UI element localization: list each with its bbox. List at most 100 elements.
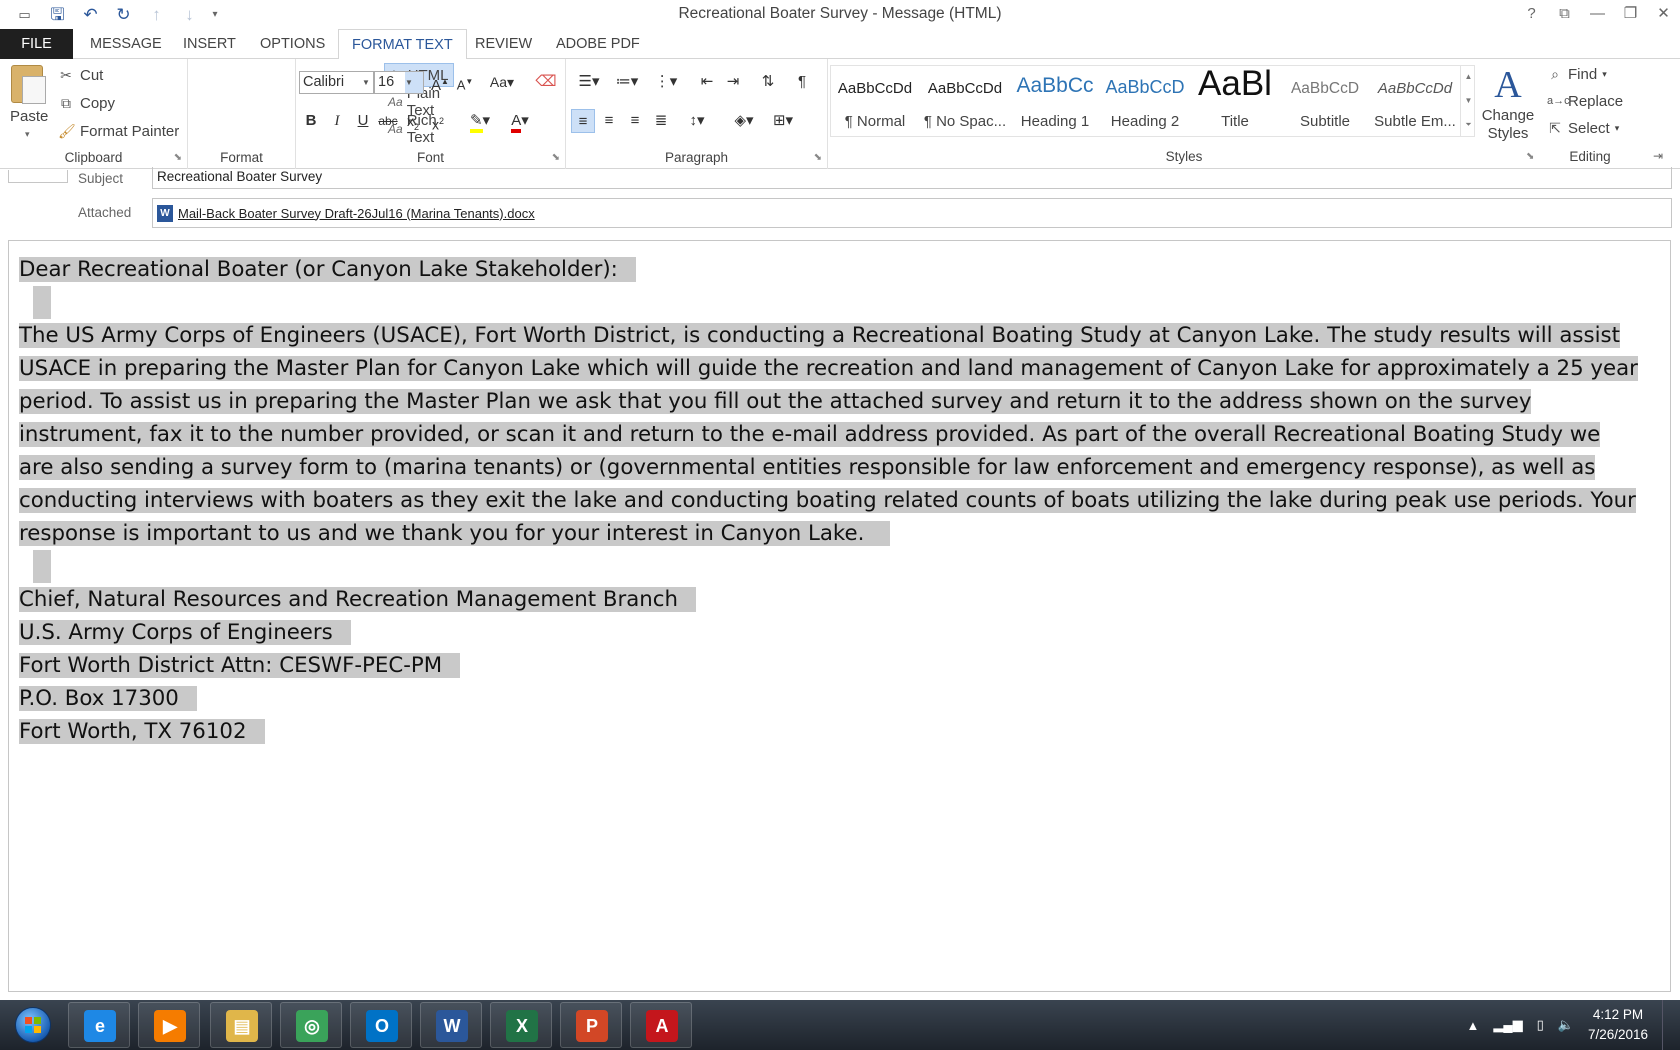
- font-color-icon[interactable]: A▾: [502, 109, 538, 133]
- change-case-icon[interactable]: Aa▾: [484, 70, 520, 94]
- clock-date: 7/26/2016: [1587, 1027, 1648, 1042]
- taskbar-app-button[interactable]: ▤: [210, 1002, 272, 1048]
- sort-icon[interactable]: ⇅: [756, 70, 780, 94]
- style-no-spacing[interactable]: AaBbCcDd ¶ No Spac...: [921, 66, 1009, 138]
- taskbar-app-button[interactable]: O: [350, 1002, 412, 1048]
- font-size-select[interactable]: 16 ▼: [374, 71, 424, 94]
- media-player-icon: ▶: [154, 1010, 186, 1042]
- show-formatting-icon[interactable]: ¶: [790, 70, 814, 94]
- taskbar-app-button[interactable]: ◎: [280, 1002, 342, 1048]
- blank-line: [33, 550, 51, 583]
- borders-icon[interactable]: ⊞▾: [765, 109, 801, 133]
- address-line: Fort Worth, TX 76102: [19, 719, 265, 744]
- align-right-icon[interactable]: ≡: [623, 109, 647, 133]
- numbering-icon[interactable]: ≔▾: [609, 70, 645, 94]
- font-family-select[interactable]: Calibri ▼: [299, 71, 374, 94]
- paste-dropdown-icon[interactable]: ▾: [25, 129, 30, 140]
- justify-icon[interactable]: ≣: [649, 109, 673, 133]
- clock[interactable]: 4:12 PM 7/26/2016: [1588, 1005, 1648, 1045]
- window-controls: ? ⧉ — ❐ ✕: [1515, 0, 1680, 28]
- taskbar-app-button[interactable]: A: [630, 1002, 692, 1048]
- format-painter-button[interactable]: 🖌 Format Painter: [58, 119, 179, 143]
- decrease-indent-icon[interactable]: ⇤: [695, 70, 719, 94]
- address-line: P.O. Box 17300: [19, 686, 197, 711]
- cut-button[interactable]: ✂ Cut: [58, 63, 103, 87]
- scissors-icon: ✂: [60, 66, 72, 83]
- network-icon[interactable]: ▂▄▆: [1493, 1017, 1522, 1033]
- show-hidden-icons-icon[interactable]: ▲: [1467, 1018, 1480, 1033]
- shading-icon[interactable]: ◈▾: [726, 109, 762, 133]
- line-spacing-icon[interactable]: ↕▾: [679, 109, 715, 133]
- style-subtitle[interactable]: AaBbCcD Subtitle: [1281, 66, 1369, 138]
- clipboard-launcher-icon[interactable]: ⬊: [174, 152, 182, 163]
- tab-format-text[interactable]: FORMAT TEXT: [338, 29, 467, 60]
- superscript-icon[interactable]: x2: [426, 109, 450, 133]
- taskbar-app-button[interactable]: e: [68, 1002, 130, 1048]
- font-family-dropdown-icon[interactable]: ▼: [359, 72, 373, 93]
- power-icon[interactable]: ▯: [1537, 1017, 1544, 1033]
- subscript-icon[interactable]: x2: [401, 109, 425, 133]
- message-content[interactable]: Dear Recreational Boater (or Canyon Lake…: [19, 253, 1639, 748]
- styles-scroll[interactable]: ▲ ▼ ⏷: [1460, 65, 1476, 137]
- shrink-font-icon[interactable]: A▼: [453, 70, 477, 94]
- taskbar-app-button[interactable]: W: [420, 1002, 482, 1048]
- style-name: Subtle Em...: [1374, 113, 1456, 130]
- collapse-ribbon-icon[interactable]: ⇥: [1653, 149, 1663, 163]
- bullets-icon[interactable]: ☰▾: [571, 70, 607, 94]
- style-subtle-emphasis[interactable]: AaBbCcDd Subtle Em...: [1371, 66, 1459, 138]
- taskbar-app-button[interactable]: ▶: [138, 1002, 200, 1048]
- styles-gallery: AaBbCcDd ¶ Normal AaBbCcDd ¶ No Spac... …: [830, 64, 1475, 138]
- send-button-stub[interactable]: [8, 170, 68, 183]
- paste-button[interactable]: Paste: [10, 108, 48, 125]
- subject-field[interactable]: Recreational Boater Survey: [152, 167, 1672, 189]
- tab-adobe-pdf[interactable]: ADOBE PDF: [543, 29, 653, 59]
- restore-button[interactable]: ❐: [1614, 0, 1647, 28]
- clear-formatting-icon[interactable]: ⌫: [534, 70, 558, 94]
- font-launcher-icon[interactable]: ⬊: [552, 152, 560, 163]
- attachment-link[interactable]: Mail-Back Boater Survey Draft-26Jul16 (M…: [178, 206, 535, 221]
- replace-button[interactable]: a→c Replace: [1547, 89, 1623, 113]
- copy-button[interactable]: ⧉ Copy: [58, 91, 115, 115]
- tab-file[interactable]: FILE: [0, 29, 73, 59]
- font-size-value: 16: [378, 74, 395, 90]
- styles-launcher-icon[interactable]: ⬊: [1526, 151, 1534, 162]
- highlight-color-icon[interactable]: ✎▾: [462, 109, 498, 133]
- show-desktop-button[interactable]: [1662, 1000, 1674, 1050]
- taskbar-app-button[interactable]: P: [560, 1002, 622, 1048]
- styles-up-icon[interactable]: ▲: [1461, 65, 1476, 89]
- style-heading-2[interactable]: AaBbCcD Heading 2: [1101, 66, 1189, 138]
- select-button[interactable]: ⇱ Select ▾: [1547, 116, 1619, 140]
- message-body[interactable]: Dear Recreational Boater (or Canyon Lake…: [8, 240, 1671, 992]
- tab-message[interactable]: MESSAGE: [77, 29, 175, 59]
- tab-review[interactable]: REVIEW: [462, 29, 545, 59]
- minimize-button[interactable]: —: [1581, 0, 1614, 28]
- increase-indent-icon[interactable]: ⇥: [721, 70, 745, 94]
- attachments-field[interactable]: W Mail-Back Boater Survey Draft-26Jul16 …: [152, 198, 1672, 228]
- multilevel-list-icon[interactable]: ⋮▾: [648, 70, 684, 94]
- style-normal[interactable]: AaBbCcDd ¶ Normal: [831, 66, 919, 138]
- tab-options[interactable]: OPTIONS: [247, 29, 338, 59]
- strikethrough-icon[interactable]: abc: [376, 109, 400, 133]
- styles-down-icon[interactable]: ▼: [1461, 89, 1476, 113]
- styles-more-icon[interactable]: ⏷: [1461, 113, 1476, 137]
- taskbar-app-button[interactable]: X: [490, 1002, 552, 1048]
- style-heading-1[interactable]: AaBbCc Heading 1: [1011, 66, 1099, 138]
- align-center-icon[interactable]: ≡: [597, 109, 621, 133]
- ribbon-display-button[interactable]: ⧉: [1548, 0, 1581, 28]
- grow-font-icon[interactable]: A▲: [428, 70, 452, 94]
- find-button[interactable]: ⌕ Find ▾: [1547, 62, 1607, 86]
- font-size-dropdown-icon[interactable]: ▼: [405, 72, 423, 93]
- help-button[interactable]: ?: [1515, 0, 1548, 28]
- change-styles-button[interactable]: A Change Styles: [1480, 63, 1536, 143]
- style-title[interactable]: AaBl Title: [1191, 64, 1279, 138]
- align-left-icon[interactable]: ≡: [571, 109, 595, 133]
- paste-icon[interactable]: [11, 65, 46, 104]
- close-button[interactable]: ✕: [1647, 0, 1680, 28]
- paragraph-launcher-icon[interactable]: ⬊: [814, 152, 822, 163]
- start-button[interactable]: [4, 1001, 62, 1049]
- underline-icon[interactable]: U: [351, 109, 375, 133]
- italic-icon[interactable]: I: [325, 109, 349, 133]
- volume-icon[interactable]: 🔈: [1558, 1017, 1574, 1033]
- bold-icon[interactable]: B: [299, 109, 323, 133]
- tab-insert[interactable]: INSERT: [170, 29, 249, 59]
